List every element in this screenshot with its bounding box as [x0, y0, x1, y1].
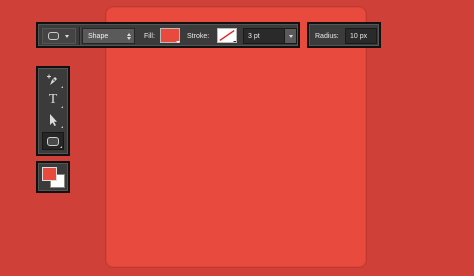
tool-mode-select[interactable]: Shape — [82, 28, 135, 44]
type-tool-button[interactable]: T — [42, 91, 64, 109]
spinner-arrows-icon — [127, 32, 131, 40]
stroke-width-field[interactable]: 3 pt — [243, 28, 297, 44]
pen-tool-button[interactable] — [42, 71, 64, 89]
path-selection-tool-button[interactable] — [42, 111, 64, 129]
chevron-down-icon — [288, 34, 293, 38]
tools-panel: T — [36, 66, 70, 156]
radius-input[interactable]: 10 px — [345, 28, 377, 44]
rounded-rectangle-tool-button[interactable] — [42, 132, 64, 150]
fill-label: Fill: — [144, 32, 155, 40]
flyout-indicator-icon — [59, 106, 63, 108]
radius-bar: Radius: 10 px — [307, 22, 381, 48]
tool-mode-value: Shape — [88, 32, 109, 40]
options-bar: Shape Fill: Stroke: 3 pt — [36, 22, 300, 48]
stroke-width-dropdown[interactable] — [284, 29, 296, 43]
foreground-color-swatch[interactable] — [42, 167, 57, 181]
flyout-indicator-icon — [59, 86, 63, 88]
color-swatches-panel — [36, 161, 70, 193]
stroke-width-value: 3 pt — [248, 32, 260, 40]
chevron-down-icon — [176, 41, 180, 43]
rounded-rectangle-icon — [48, 32, 59, 40]
divider — [79, 27, 80, 45]
type-icon: T — [48, 92, 58, 107]
pen-plus-icon — [47, 74, 57, 85]
flyout-indicator-icon — [58, 146, 62, 148]
tool-preset-picker[interactable] — [42, 28, 76, 44]
chevron-down-icon — [65, 34, 69, 38]
stroke-color-swatch[interactable] — [217, 28, 237, 43]
stroke-label: Stroke: — [187, 32, 210, 40]
radius-label: Radius: — [315, 32, 339, 40]
chevron-down-icon — [233, 41, 236, 42]
rounded-rectangle-icon — [47, 136, 59, 146]
fill-color-swatch[interactable] — [160, 28, 180, 43]
flyout-indicator-icon — [59, 126, 63, 128]
arrow-cursor-icon — [50, 114, 57, 126]
